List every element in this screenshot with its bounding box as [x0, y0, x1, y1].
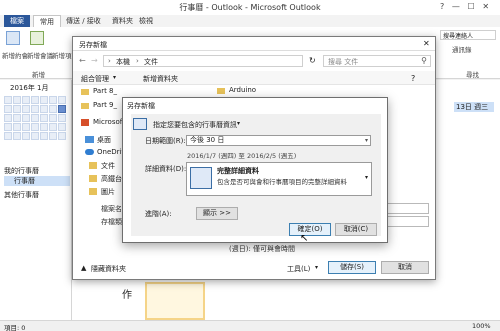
- outlook-window-title: 行事曆 - Outlook - Microsoft Outlook: [179, 3, 321, 12]
- address-book-button[interactable]: 通訊錄: [452, 44, 472, 54]
- options-title: 另存新檔: [127, 102, 155, 110]
- tools-button[interactable]: 工具(L): [287, 264, 310, 274]
- close-icon[interactable]: ✕: [482, 2, 489, 11]
- zoom-level[interactable]: 100%: [472, 322, 491, 330]
- window-controls[interactable]: ? — ☐ ✕: [440, 2, 489, 11]
- folder-icon: [89, 188, 97, 195]
- new-appointment-icon[interactable]: [6, 31, 20, 45]
- detail-label: 詳細資料(D):: [145, 165, 187, 173]
- ribbon-new-appointment-label[interactable]: 新增約會: [2, 50, 28, 60]
- new-meeting-icon[interactable]: [30, 31, 44, 45]
- folder-icon: [89, 162, 97, 169]
- folder-icon: [81, 89, 89, 95]
- tab-home[interactable]: 常用: [33, 15, 61, 27]
- tab-file[interactable]: 檔案: [4, 15, 30, 27]
- folder-icon: [217, 88, 225, 94]
- date-range-caption: 2016/1/7 (週四) 至 2016/2/5 (週五): [187, 152, 297, 160]
- folder-icon: [89, 175, 97, 182]
- detail-select[interactable]: 完整詳細資料 包含是否可與會和行事曆項目的完整詳細資料 ▾: [186, 162, 372, 196]
- search-input[interactable]: 搜尋 文件 ⚲: [323, 55, 431, 67]
- calendar-icon: [133, 118, 147, 130]
- chevron-right-icon: ›: [136, 57, 139, 65]
- folder-icon: [81, 103, 89, 109]
- save-as-close-icon[interactable]: ✕: [423, 39, 430, 48]
- my-calendars-header[interactable]: 我的行事曆: [4, 166, 39, 176]
- refresh-icon[interactable]: ↻: [309, 56, 316, 65]
- options-header: 指定您要包含的行事曆資訊: [153, 121, 237, 129]
- mini-calendar-header: 2016年 1月: [10, 84, 49, 92]
- ribbon-new-meeting-label[interactable]: 新增會議: [27, 50, 53, 60]
- minimize-icon[interactable]: —: [452, 2, 460, 11]
- forward-arrow-icon[interactable]: →: [91, 56, 98, 65]
- other-calendars-header[interactable]: 其他行事曆: [4, 190, 39, 200]
- file-part9[interactable]: Part 9_: [93, 101, 117, 109]
- nav-documents[interactable]: 文件: [101, 161, 115, 171]
- organize-dropdown-icon[interactable]: ▾: [113, 74, 116, 81]
- calendar-options-dialog: 另存新檔 指定您要包含的行事曆資訊 ▾ 日期範圍(R): 今後 30 日 ▾ 2…: [122, 97, 388, 243]
- date-range-value: 今後 30 日: [190, 136, 225, 144]
- back-arrow-icon[interactable]: ←: [79, 56, 86, 65]
- address-segment-2[interactable]: 文件: [144, 57, 158, 67]
- search-people-input[interactable]: 搜尋連絡人: [440, 30, 496, 40]
- grid-day-label: 13日 週三: [454, 102, 494, 112]
- organize-button[interactable]: 組合管理: [81, 74, 109, 84]
- nav-desktop[interactable]: 桌面: [97, 135, 111, 145]
- tab-view[interactable]: 檢視: [133, 15, 159, 27]
- tools-dropdown-icon[interactable]: ▾: [315, 264, 318, 271]
- status-items: 項目: 0: [4, 324, 26, 331]
- calendar-item[interactable]: 行事曆: [4, 176, 70, 186]
- ribbon-group-find: 尋找: [466, 71, 479, 79]
- save-button[interactable]: 儲存(S): [328, 261, 376, 274]
- chevron-down-icon: ▾: [364, 174, 368, 181]
- chevron-right-icon: ›: [108, 57, 111, 65]
- detail-desc: 包含是否可與會和行事曆項目的完整詳細資料: [217, 178, 347, 186]
- ok-button[interactable]: 確定(O): [289, 223, 331, 236]
- date-range-label: 日期範圍(R):: [145, 137, 186, 145]
- advanced-label: 進階(A):: [145, 210, 172, 218]
- file-part8[interactable]: Part 8_: [93, 87, 117, 95]
- help-icon[interactable]: ?: [440, 2, 444, 11]
- address-segment-1[interactable]: 本機: [116, 57, 130, 67]
- new-folder-button[interactable]: 新增資料夾: [143, 74, 178, 84]
- saveas-cancel-button[interactable]: 取消: [381, 261, 429, 274]
- nav-hsr[interactable]: 高鐵台: [101, 174, 122, 184]
- onedrive-icon: [85, 149, 94, 155]
- office-icon: [81, 119, 89, 126]
- ribbon-group-new: 新增: [32, 71, 45, 79]
- save-as-toolbar: [73, 71, 435, 85]
- options-title-bar: [123, 98, 387, 112]
- date-hint: (週日): 僅可與會時間: [229, 245, 296, 253]
- status-bar: [0, 320, 500, 331]
- chevron-down-icon: ▾: [364, 137, 368, 144]
- chevron-up-icon[interactable]: ▲: [81, 264, 86, 272]
- nav-pictures[interactable]: 圖片: [101, 187, 115, 197]
- file-arduino[interactable]: Arduino: [229, 86, 256, 94]
- show-advanced-button[interactable]: 顯示 >>: [196, 207, 238, 220]
- search-icon: ⚲: [421, 56, 427, 65]
- grid-char: 作: [122, 290, 132, 301]
- tab-send-receive[interactable]: 傳送 / 接收: [60, 15, 107, 27]
- hide-folders-button[interactable]: 隱藏資料夾: [91, 264, 126, 274]
- maximize-icon[interactable]: ☐: [468, 2, 475, 11]
- options-cancel-button[interactable]: 取消(C): [335, 223, 377, 236]
- mini-calendar[interactable]: [4, 96, 70, 158]
- nav-microsoft[interactable]: Microsoft: [93, 118, 125, 126]
- detail-calendar-icon: [190, 167, 212, 189]
- desktop-icon: [85, 136, 94, 143]
- today-column[interactable]: [145, 282, 205, 320]
- help-icon[interactable]: ?: [411, 74, 415, 83]
- save-as-title-bar: [73, 37, 435, 51]
- save-as-title: 另存新檔: [79, 41, 107, 49]
- search-placeholder: 搜尋 文件: [328, 58, 359, 66]
- cursor-icon: ↖: [300, 233, 309, 244]
- date-range-select[interactable]: 今後 30 日 ▾: [186, 135, 371, 146]
- address-bar[interactable]: › 本機 › 文件: [103, 55, 303, 67]
- detail-title: 完整詳細資料: [217, 167, 259, 175]
- header-dropdown-icon[interactable]: ▾: [237, 120, 240, 127]
